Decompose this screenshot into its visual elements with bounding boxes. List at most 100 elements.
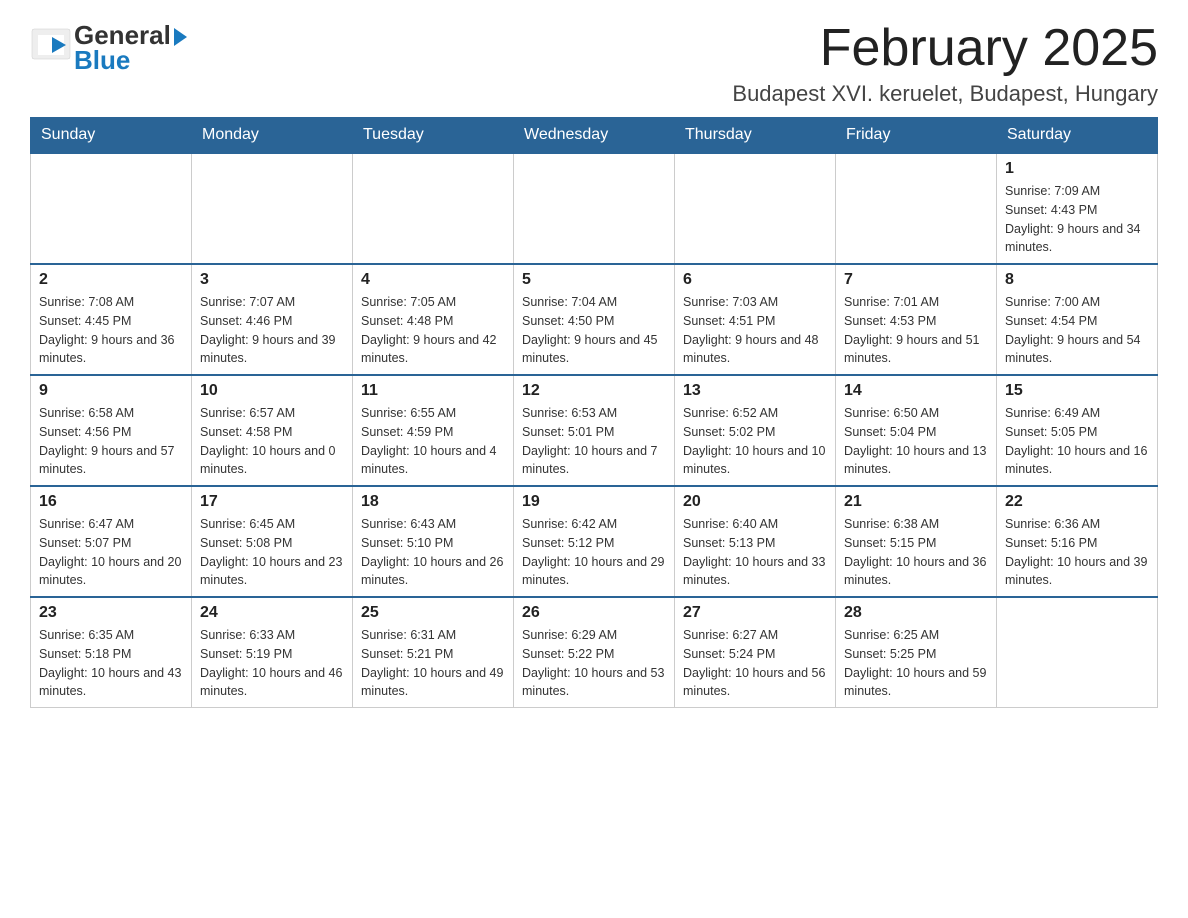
header-friday: Friday [836,118,997,154]
table-row: 19 Sunrise: 6:42 AMSunset: 5:12 PMDayligh… [514,486,675,597]
logo: General Blue [30,20,187,76]
day-info: Sunrise: 6:35 AMSunset: 5:18 PMDaylight:… [39,626,183,701]
header-sunday: Sunday [31,118,192,154]
day-info: Sunrise: 6:38 AMSunset: 5:15 PMDaylight:… [844,515,988,590]
table-row: 12 Sunrise: 6:53 AMSunset: 5:01 PMDayligh… [514,375,675,486]
table-row: 16 Sunrise: 6:47 AMSunset: 5:07 PMDayligh… [31,486,192,597]
day-number: 7 [844,271,988,289]
day-number: 17 [200,493,344,511]
table-row: 17 Sunrise: 6:45 AMSunset: 5:08 PMDayligh… [192,486,353,597]
table-row: 10 Sunrise: 6:57 AMSunset: 4:58 PMDayligh… [192,375,353,486]
day-info: Sunrise: 7:07 AMSunset: 4:46 PMDaylight:… [200,293,344,368]
day-number: 25 [361,604,505,622]
day-info: Sunrise: 6:55 AMSunset: 4:59 PMDaylight:… [361,404,505,479]
table-row: 22 Sunrise: 6:36 AMSunset: 5:16 PMDayligh… [997,486,1158,597]
title-block: February 2025 Budapest XVI. keruelet, Bu… [732,20,1158,107]
table-row: 14Sunrise: 6:50 AMSunset: 5:04 PMDayligh… [836,375,997,486]
location-title: Budapest XVI. keruelet, Budapest, Hungar… [732,81,1158,107]
table-row [997,597,1158,708]
day-info: Sunrise: 6:47 AMSunset: 5:07 PMDaylight:… [39,515,183,590]
calendar-week-row: 1 Sunrise: 7:09 AMSunset: 4:43 PMDaylight… [31,153,1158,264]
day-number: 19 [522,493,666,511]
day-number: 20 [683,493,827,511]
logo-blue-text: Blue [74,45,187,76]
day-number: 28 [844,604,988,622]
day-info: Sunrise: 6:27 AMSunset: 5:24 PMDaylight:… [683,626,827,701]
page-header: General Blue February 2025 Budapest XVI.… [30,20,1158,107]
day-number: 13 [683,382,827,400]
day-info: Sunrise: 6:29 AMSunset: 5:22 PMDaylight:… [522,626,666,701]
table-row: 2 Sunrise: 7:08 AMSunset: 4:45 PMDaylight… [31,264,192,375]
day-info: Sunrise: 7:00 AMSunset: 4:54 PMDaylight:… [1005,293,1149,368]
day-info: Sunrise: 6:52 AMSunset: 5:02 PMDaylight:… [683,404,827,479]
table-row: 5 Sunrise: 7:04 AMSunset: 4:50 PMDaylight… [514,264,675,375]
table-row: 25 Sunrise: 6:31 AMSunset: 5:21 PMDayligh… [353,597,514,708]
day-number: 24 [200,604,344,622]
day-info: Sunrise: 6:25 AMSunset: 5:25 PMDaylight:… [844,626,988,701]
table-row: 11Sunrise: 6:55 AMSunset: 4:59 PMDayligh… [353,375,514,486]
calendar-week-row: 16 Sunrise: 6:47 AMSunset: 5:07 PMDayligh… [31,486,1158,597]
table-row [353,153,514,264]
table-row: 6Sunrise: 7:03 AMSunset: 4:51 PMDaylight… [675,264,836,375]
day-number: 27 [683,604,827,622]
day-number: 5 [522,271,666,289]
day-number: 1 [1005,160,1149,178]
day-number: 16 [39,493,183,511]
table-row: 18Sunrise: 6:43 AMSunset: 5:10 PMDayligh… [353,486,514,597]
day-number: 9 [39,382,183,400]
calendar-week-row: 23 Sunrise: 6:35 AMSunset: 5:18 PMDayligh… [31,597,1158,708]
calendar-week-row: 2 Sunrise: 7:08 AMSunset: 4:45 PMDaylight… [31,264,1158,375]
table-row: 27 Sunrise: 6:27 AMSunset: 5:24 PMDayligh… [675,597,836,708]
day-info: Sunrise: 7:05 AMSunset: 4:48 PMDaylight:… [361,293,505,368]
day-info: Sunrise: 6:42 AMSunset: 5:12 PMDaylight:… [522,515,666,590]
day-info: Sunrise: 6:45 AMSunset: 5:08 PMDaylight:… [200,515,344,590]
day-info: Sunrise: 7:04 AMSunset: 4:50 PMDaylight:… [522,293,666,368]
day-number: 12 [522,382,666,400]
calendar-week-row: 9 Sunrise: 6:58 AMSunset: 4:56 PMDaylight… [31,375,1158,486]
table-row: 15 Sunrise: 6:49 AMSunset: 5:05 PMDayligh… [997,375,1158,486]
table-row [514,153,675,264]
header-thursday: Thursday [675,118,836,154]
table-row: 28 Sunrise: 6:25 AMSunset: 5:25 PMDayligh… [836,597,997,708]
day-number: 2 [39,271,183,289]
day-info: Sunrise: 6:53 AMSunset: 5:01 PMDaylight:… [522,404,666,479]
day-number: 26 [522,604,666,622]
table-row [192,153,353,264]
day-info: Sunrise: 6:40 AMSunset: 5:13 PMDaylight:… [683,515,827,590]
day-info: Sunrise: 7:03 AMSunset: 4:51 PMDaylight:… [683,293,827,368]
day-info: Sunrise: 6:33 AMSunset: 5:19 PMDaylight:… [200,626,344,701]
table-row [675,153,836,264]
table-row: 4 Sunrise: 7:05 AMSunset: 4:48 PMDaylight… [353,264,514,375]
day-info: Sunrise: 6:31 AMSunset: 5:21 PMDaylight:… [361,626,505,701]
day-number: 4 [361,271,505,289]
header-saturday: Saturday [997,118,1158,154]
day-number: 15 [1005,382,1149,400]
day-info: Sunrise: 6:49 AMSunset: 5:05 PMDaylight:… [1005,404,1149,479]
table-row [836,153,997,264]
day-info: Sunrise: 6:57 AMSunset: 4:58 PMDaylight:… [200,404,344,479]
table-row: 9 Sunrise: 6:58 AMSunset: 4:56 PMDaylight… [31,375,192,486]
day-info: Sunrise: 7:09 AMSunset: 4:43 PMDaylight:… [1005,182,1149,257]
table-row: 21Sunrise: 6:38 AMSunset: 5:15 PMDayligh… [836,486,997,597]
logo-icon [30,27,72,69]
header-monday: Monday [192,118,353,154]
day-number: 10 [200,382,344,400]
month-title: February 2025 [732,20,1158,77]
day-info: Sunrise: 6:36 AMSunset: 5:16 PMDaylight:… [1005,515,1149,590]
table-row: 24 Sunrise: 6:33 AMSunset: 5:19 PMDayligh… [192,597,353,708]
table-row: 23 Sunrise: 6:35 AMSunset: 5:18 PMDayligh… [31,597,192,708]
day-info: Sunrise: 6:58 AMSunset: 4:56 PMDaylight:… [39,404,183,479]
day-number: 22 [1005,493,1149,511]
table-row: 20 Sunrise: 6:40 AMSunset: 5:13 PMDayligh… [675,486,836,597]
table-row: 1 Sunrise: 7:09 AMSunset: 4:43 PMDaylight… [997,153,1158,264]
calendar-table: Sunday Monday Tuesday Wednesday Thursday… [30,117,1158,708]
table-row: 26 Sunrise: 6:29 AMSunset: 5:22 PMDayligh… [514,597,675,708]
day-number: 8 [1005,271,1149,289]
day-info: Sunrise: 6:50 AMSunset: 5:04 PMDaylight:… [844,404,988,479]
day-number: 23 [39,604,183,622]
day-info: Sunrise: 7:08 AMSunset: 4:45 PMDaylight:… [39,293,183,368]
day-number: 3 [200,271,344,289]
day-number: 18 [361,493,505,511]
table-row: 3 Sunrise: 7:07 AMSunset: 4:46 PMDaylight… [192,264,353,375]
table-row: 7Sunrise: 7:01 AMSunset: 4:53 PMDaylight… [836,264,997,375]
